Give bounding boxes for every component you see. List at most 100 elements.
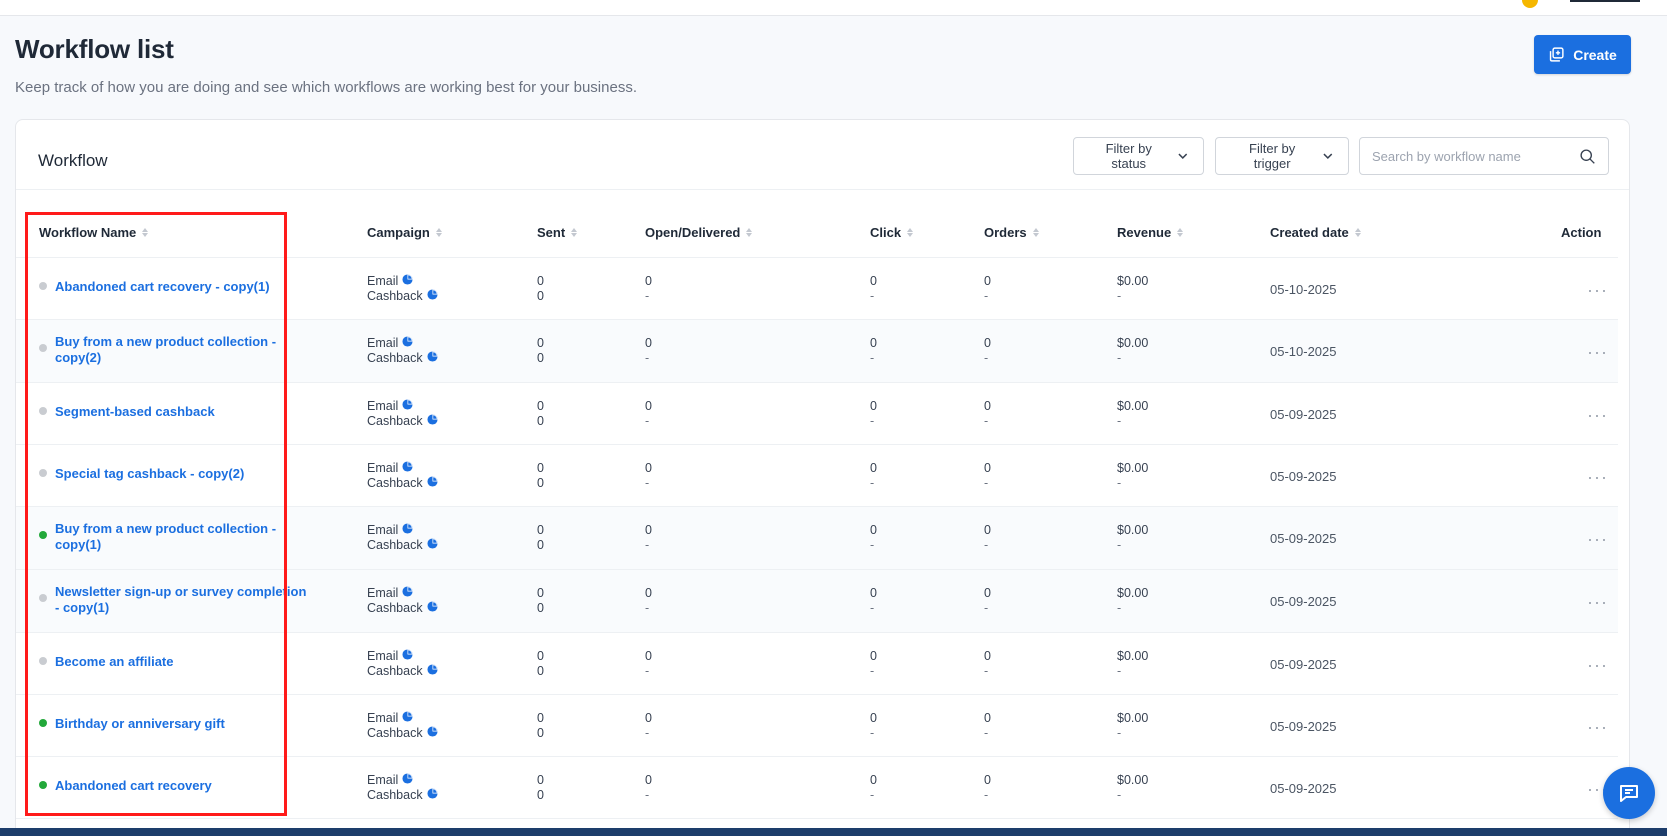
orders-cell: 0- [984, 336, 991, 366]
pie-chart-icon[interactable] [427, 788, 438, 803]
pie-chart-icon[interactable] [427, 601, 438, 616]
table-row[interactable]: Newsletter sign-up or survey completion … [16, 570, 1618, 633]
column-label: Revenue [1117, 225, 1172, 240]
column-revenue[interactable]: Revenue [1117, 225, 1184, 240]
pie-chart-icon[interactable] [427, 289, 438, 304]
orders-value: 0 [984, 461, 991, 475]
column-sent[interactable]: Sent [537, 225, 578, 240]
pie-chart-icon[interactable] [402, 461, 413, 476]
pie-chart-icon[interactable] [402, 523, 413, 538]
pie-chart-icon[interactable] [402, 274, 413, 289]
avatar[interactable] [1522, 0, 1538, 8]
revenue-sub-value: - [1117, 414, 1122, 428]
pie-chart-icon[interactable] [402, 586, 413, 601]
campaign-email-label: Email [367, 773, 399, 787]
open-sub-value: - [645, 538, 650, 552]
sent-email-value: 0 [537, 711, 544, 725]
orders-value: 0 [984, 711, 991, 725]
table-row[interactable]: Become an affiliate Email Cashback 0 0 0-0-0-… [16, 633, 1618, 695]
workflow-name-link[interactable]: Abandoned cart recovery [55, 778, 310, 794]
column-click[interactable]: Click [870, 225, 914, 240]
campaign-cashback-label: Cashback [367, 788, 423, 802]
click-sub-value: - [870, 538, 875, 552]
pie-chart-icon[interactable] [427, 538, 438, 553]
campaign-cell: Email Cashback [367, 461, 438, 491]
search-input[interactable] [1372, 148, 1579, 164]
column-created-date[interactable]: Created date [1270, 225, 1361, 240]
pie-chart-icon[interactable] [427, 726, 438, 741]
workflow-name-link[interactable]: Special tag cashback - copy(2) [55, 466, 310, 482]
sent-cashback-value: 0 [537, 351, 544, 365]
workflow-name-link[interactable]: Newsletter sign-up or survey completion … [55, 584, 310, 616]
table-row[interactable]: Birthday or anniversary gift Email Cashbac… [16, 695, 1618, 757]
chat-icon [1620, 785, 1638, 802]
pie-chart-icon[interactable] [402, 399, 413, 414]
campaign-cashback-label: Cashback [367, 289, 423, 303]
campaign-email-label: Email [367, 461, 399, 475]
pie-chart-icon[interactable] [402, 773, 413, 788]
table-row[interactable]: Abandoned cart recovery - copy(1) Email Ca… [16, 258, 1618, 320]
more-horizontal-icon[interactable]: ··· [1587, 405, 1608, 426]
column-campaign[interactable]: Campaign [367, 225, 442, 240]
pie-chart-icon[interactable] [427, 351, 438, 366]
pie-chart-icon[interactable] [427, 476, 438, 491]
more-horizontal-icon[interactable]: ··· [1587, 529, 1608, 550]
click-value: 0 [870, 711, 877, 725]
pie-chart-icon[interactable] [402, 711, 413, 726]
pie-chart-icon[interactable] [402, 336, 413, 351]
more-horizontal-icon[interactable]: ··· [1587, 342, 1608, 363]
filter-by-status-dropdown[interactable]: Filter by status [1073, 137, 1204, 175]
click-sub-value: - [870, 601, 875, 615]
workflow-name-link[interactable]: Segment-based cashback [55, 404, 310, 420]
table-row[interactable]: Buy from a new product collection - copy… [16, 320, 1618, 383]
column-orders[interactable]: Orders [984, 225, 1039, 240]
orders-sub-value: - [984, 726, 989, 740]
open-value: 0 [645, 336, 652, 350]
create-button-label: Create [1573, 46, 1617, 63]
pie-chart-icon[interactable] [427, 664, 438, 679]
sent-email-value: 0 [537, 399, 544, 413]
table-row[interactable]: Buy from a new product collection - copy… [16, 507, 1618, 570]
workflow-name-link[interactable]: Abandoned cart recovery - copy(1) [55, 279, 310, 295]
more-horizontal-icon[interactable]: ··· [1587, 467, 1608, 488]
more-horizontal-icon[interactable]: ··· [1587, 717, 1608, 738]
sent-email-value: 0 [537, 586, 544, 600]
create-button[interactable]: Create [1534, 35, 1631, 74]
sent-cashback-value: 0 [537, 726, 544, 740]
open-delivered-cell: 0- [645, 399, 652, 429]
pie-chart-icon[interactable] [402, 649, 413, 664]
more-horizontal-icon[interactable]: ··· [1587, 592, 1608, 613]
sent-cell: 00 [537, 336, 544, 366]
revenue-value: $0.00 [1117, 274, 1149, 288]
table-row[interactable]: Special tag cashback - copy(2) Email Cashb… [16, 445, 1618, 507]
revenue-value: $0.00 [1117, 773, 1149, 787]
table-row[interactable]: Abandoned cart recovery Email Cashback 0 0 0-… [16, 757, 1618, 819]
sort-icon [1177, 228, 1184, 237]
pie-chart-icon[interactable] [427, 414, 438, 429]
revenue-sub-value: - [1117, 664, 1122, 678]
workflow-name-link[interactable]: Birthday or anniversary gift [55, 716, 310, 732]
more-horizontal-icon[interactable]: ··· [1587, 280, 1608, 301]
open-delivered-cell: 0- [645, 711, 652, 741]
workflow-name-link[interactable]: Become an affiliate [55, 654, 310, 670]
top-nav-underline [1570, 0, 1640, 2]
revenue-value: $0.00 [1117, 523, 1149, 537]
click-value: 0 [870, 274, 877, 288]
campaign-cashback-label: Cashback [367, 351, 423, 365]
workflow-name-link[interactable]: Buy from a new product collection - copy… [55, 521, 310, 553]
filter-by-trigger-dropdown[interactable]: Filter by trigger [1215, 137, 1349, 175]
column-open-delivered[interactable]: Open/Delivered [645, 225, 753, 240]
workflow-name-link[interactable]: Buy from a new product collection - copy… [55, 334, 310, 366]
column-workflow-name[interactable]: Workflow Name [39, 225, 149, 240]
table-row[interactable]: Segment-based cashback Email Cashback 0 0 0-0… [16, 383, 1618, 445]
status-dot [39, 469, 47, 477]
revenue-sub-value: - [1117, 788, 1122, 802]
orders-sub-value: - [984, 601, 989, 615]
more-horizontal-icon[interactable]: ··· [1587, 655, 1608, 676]
table-header: Workflow Name Campaign Sent Open/Deliver… [16, 211, 1618, 258]
status-dot [39, 657, 47, 665]
campaign-cell: Email Cashback [367, 586, 438, 616]
column-label: Campaign [367, 225, 430, 240]
chat-button[interactable] [1603, 767, 1655, 819]
search-icon[interactable] [1579, 148, 1596, 165]
